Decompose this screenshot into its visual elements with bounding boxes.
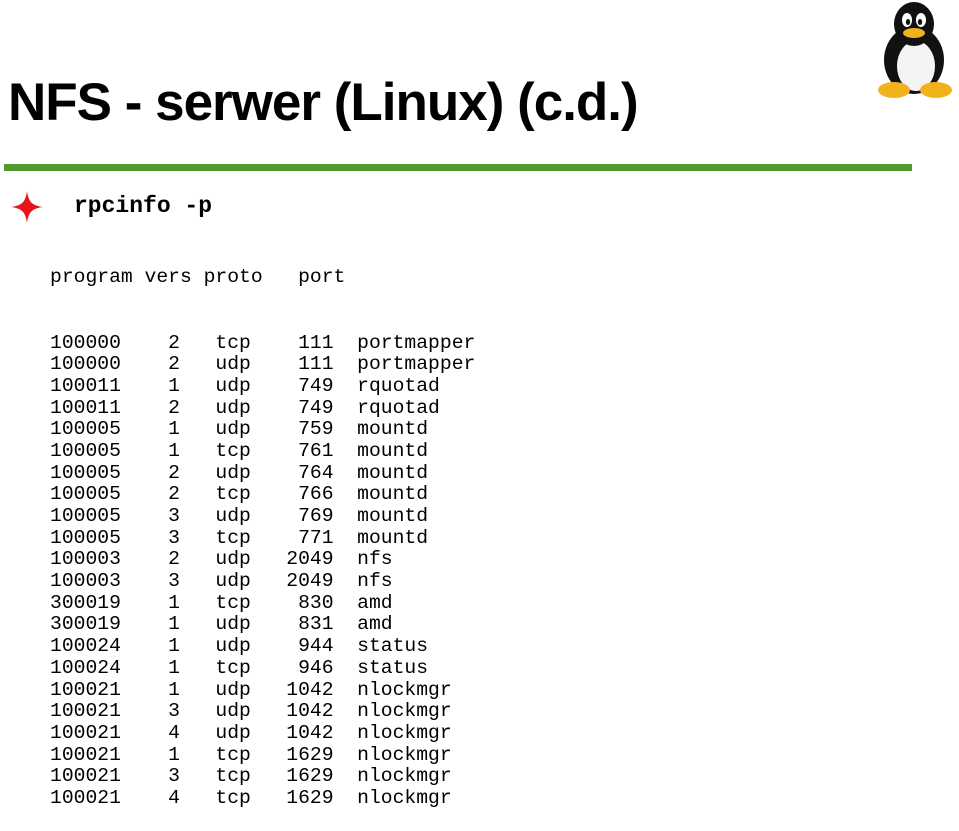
output-row: 100021 3 tcp 1629 nlockmgr <box>50 765 452 788</box>
tux-penguin-icon <box>878 2 952 98</box>
output-row: 100000 2 udp 111 portmapper <box>50 353 476 376</box>
output-row: 100005 2 tcp 766 mountd <box>50 483 429 506</box>
output-row: 100011 1 udp 749 rquotad <box>50 374 440 397</box>
output-row: 100005 3 udp 769 mountd <box>50 505 429 527</box>
four-point-star-icon <box>11 191 43 223</box>
output-row: 100003 2 udp 2049 nfs <box>50 548 393 571</box>
output-row: 100005 3 tcp 771 mountd <box>50 526 429 549</box>
output-row: 100021 4 udp 1042 nlockmgr <box>50 721 452 744</box>
output-row: 100011 2 udp 749 rquotad <box>50 396 440 419</box>
output-row: 100003 3 udp 2049 nfs <box>50 570 393 593</box>
output-rows: 100000 2 tcp 111 portmapper 100000 2 udp … <box>50 331 476 810</box>
rpcinfo-command: rpcinfo -p <box>74 193 213 219</box>
output-row: 100005 1 udp 759 mountd <box>50 418 429 441</box>
output-row: 100005 1 tcp 761 mountd <box>50 439 429 462</box>
output-row: 100021 3 udp 1042 nlockmgr <box>50 700 452 723</box>
output-row: 100024 1 tcp 946 status <box>50 656 429 679</box>
slide-title: NFS - serwer (Linux) (c.d.) <box>8 73 639 132</box>
output-row: 100024 1 udp 944 status <box>50 635 429 658</box>
title-divider <box>4 164 912 171</box>
output-row: 300019 1 udp 831 amd <box>50 613 393 636</box>
output-row: 100021 1 tcp 1629 nlockmgr <box>50 743 452 766</box>
output-row: 100005 2 udp 764 mountd <box>50 461 429 484</box>
rpcinfo-output: program vers proto port 100000 2 tcp 111… <box>50 224 475 831</box>
output-row: 100021 1 udp 1042 nlockmgr <box>50 678 452 701</box>
output-header: program vers proto port <box>50 266 346 289</box>
output-row: 100021 4 tcp 1629 nlockmgr <box>50 786 452 809</box>
output-row: 100000 2 tcp 111 portmapper <box>50 331 476 354</box>
output-row: 300019 1 tcp 830 amd <box>50 591 393 614</box>
